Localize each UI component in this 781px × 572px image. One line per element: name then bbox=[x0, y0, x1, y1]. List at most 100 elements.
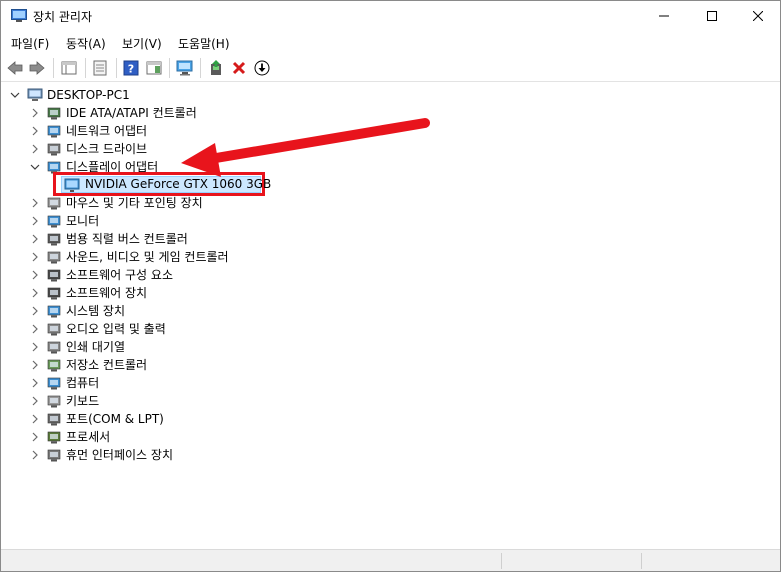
device-category-label[interactable]: 포트(COM & LPT) bbox=[66, 410, 164, 428]
category-expand-chevron[interactable] bbox=[29, 287, 41, 299]
category-expand-chevron[interactable] bbox=[29, 377, 41, 389]
device-category-label[interactable]: 소프트웨어 장치 bbox=[66, 284, 147, 302]
category-expand-chevron[interactable] bbox=[29, 431, 41, 443]
device-category-icon bbox=[47, 305, 61, 318]
action-pane-icon bbox=[146, 61, 162, 75]
category-expand-chevron[interactable] bbox=[29, 413, 41, 425]
enable-device-button[interactable] bbox=[252, 58, 272, 78]
device-category-label[interactable]: 사운드, 비디오 및 게임 컨트롤러 bbox=[66, 248, 229, 266]
category-expand-chevron[interactable] bbox=[29, 233, 41, 245]
chevron-right-icon bbox=[32, 414, 38, 424]
help-button[interactable]: ? bbox=[121, 58, 141, 78]
properties-sheet-icon bbox=[93, 60, 107, 76]
back-button[interactable] bbox=[5, 58, 25, 78]
chevron-right-icon bbox=[32, 108, 38, 118]
device-category-icon bbox=[47, 143, 61, 156]
chevron-right-icon bbox=[32, 342, 38, 352]
device-category-label[interactable]: 범용 직렬 버스 컨트롤러 bbox=[66, 230, 188, 248]
monitor-scan-icon bbox=[176, 60, 193, 76]
device-category-label[interactable]: 마우스 및 기타 포인팅 장치 bbox=[66, 194, 203, 212]
device-category-label[interactable]: 키보드 bbox=[66, 392, 99, 410]
toolbar-separator bbox=[85, 58, 86, 78]
console-tree-icon bbox=[61, 61, 77, 75]
root-collapse-chevron[interactable] bbox=[9, 89, 21, 101]
device-category-label[interactable]: 휴먼 인터페이스 장치 bbox=[66, 446, 173, 464]
toolbar-separator bbox=[200, 58, 201, 78]
category-expand-chevron[interactable] bbox=[29, 359, 41, 371]
device-category-label[interactable]: 프로세서 bbox=[66, 428, 110, 446]
device-category-label[interactable]: 소프트웨어 구성 요소 bbox=[66, 266, 173, 284]
category-expand-chevron[interactable] bbox=[29, 395, 41, 407]
red-x-icon bbox=[232, 61, 246, 75]
close-button[interactable] bbox=[735, 1, 781, 31]
device-category-icon bbox=[47, 233, 61, 246]
device-category-icon bbox=[47, 215, 61, 228]
minimize-icon bbox=[659, 15, 669, 17]
device-category-icon bbox=[47, 359, 61, 372]
menu-action[interactable]: 동작(A) bbox=[66, 35, 106, 52]
help-icon: ? bbox=[123, 60, 139, 76]
device-category-icon bbox=[47, 107, 61, 120]
chevron-right-icon bbox=[32, 306, 38, 316]
device-category-label[interactable]: 인쇄 대기열 bbox=[66, 338, 125, 356]
uninstall-device-button[interactable] bbox=[229, 58, 249, 78]
category-expand-chevron[interactable] bbox=[29, 143, 41, 155]
update-driver-icon bbox=[211, 60, 221, 75]
menu-file[interactable]: 파일(F) bbox=[11, 35, 49, 52]
device-category-label[interactable]: 컴퓨터 bbox=[66, 374, 99, 392]
forward-button[interactable] bbox=[27, 58, 47, 78]
toolbar-separator bbox=[116, 58, 117, 78]
category-expand-chevron[interactable] bbox=[29, 125, 41, 137]
category-expand-chevron[interactable] bbox=[29, 341, 41, 353]
menu-view[interactable]: 보기(V) bbox=[122, 35, 162, 52]
device-category-icon bbox=[47, 377, 61, 390]
device-category-icon bbox=[47, 341, 61, 354]
category-expand-chevron[interactable] bbox=[29, 107, 41, 119]
chevron-right-icon bbox=[32, 144, 38, 154]
properties-button[interactable] bbox=[90, 58, 110, 78]
device-category-icon bbox=[47, 431, 61, 444]
maximize-icon bbox=[707, 11, 717, 21]
maximize-button[interactable] bbox=[689, 1, 735, 31]
scan-hardware-button[interactable] bbox=[175, 58, 195, 78]
category-expand-chevron[interactable] bbox=[29, 251, 41, 263]
category-expand-chevron[interactable] bbox=[29, 197, 41, 209]
menu-help[interactable]: 도움말(H) bbox=[178, 35, 230, 52]
device-category-label[interactable]: 네트워크 어댑터 bbox=[66, 122, 147, 140]
category-expand-chevron[interactable] bbox=[29, 449, 41, 461]
category-expand-chevron[interactable] bbox=[29, 269, 41, 281]
chevron-right-icon bbox=[32, 288, 38, 298]
device-category-label[interactable]: 오디오 입력 및 출력 bbox=[66, 320, 166, 338]
status-bar bbox=[1, 549, 780, 571]
svg-text:?: ? bbox=[128, 63, 134, 76]
device-category-label[interactable]: 모니터 bbox=[66, 212, 99, 230]
action-pane-button[interactable] bbox=[144, 58, 164, 78]
show-hide-console-tree-button[interactable] bbox=[59, 58, 79, 78]
close-icon bbox=[753, 11, 763, 21]
device-category-icon bbox=[47, 323, 61, 336]
update-driver-button[interactable] bbox=[206, 58, 226, 78]
device-category-label[interactable]: IDE ATA/ATAPI 컨트롤러 bbox=[66, 104, 197, 122]
category-expand-chevron[interactable] bbox=[29, 215, 41, 227]
chevron-right-icon bbox=[32, 216, 38, 226]
title-bar[interactable]: 장치 관리자 bbox=[1, 1, 780, 31]
device-category-label[interactable]: 저장소 컨트롤러 bbox=[66, 356, 147, 374]
device-category-icon bbox=[47, 395, 61, 408]
device-category-icon bbox=[47, 449, 61, 462]
status-cell bbox=[641, 553, 779, 569]
category-expand-chevron[interactable] bbox=[29, 323, 41, 335]
root-computer-label[interactable]: DESKTOP-PC1 bbox=[47, 86, 130, 104]
minimize-button[interactable] bbox=[641, 1, 687, 31]
nvidia-gpu-label[interactable]: NVIDIA GeForce GTX 1060 3GB bbox=[85, 175, 271, 193]
toolbar-separator bbox=[169, 58, 170, 78]
device-category-label[interactable]: 디스크 드라이브 bbox=[66, 140, 147, 158]
device-tree[interactable]: DESKTOP-PC1 IDE ATA/ATAPI 컨트롤러 네트워크 어댑터 디스… bbox=[1, 83, 780, 549]
device-manager-icon bbox=[11, 9, 27, 22]
device-category-label[interactable]: 시스템 장치 bbox=[66, 302, 125, 320]
chevron-right-icon bbox=[32, 432, 38, 442]
down-arrow-circle-icon bbox=[254, 60, 270, 76]
category-expand-chevron[interactable] bbox=[29, 305, 41, 317]
forward-arrow-icon bbox=[29, 61, 45, 75]
chevron-right-icon bbox=[32, 198, 38, 208]
category-collapse-chevron[interactable] bbox=[29, 161, 41, 173]
